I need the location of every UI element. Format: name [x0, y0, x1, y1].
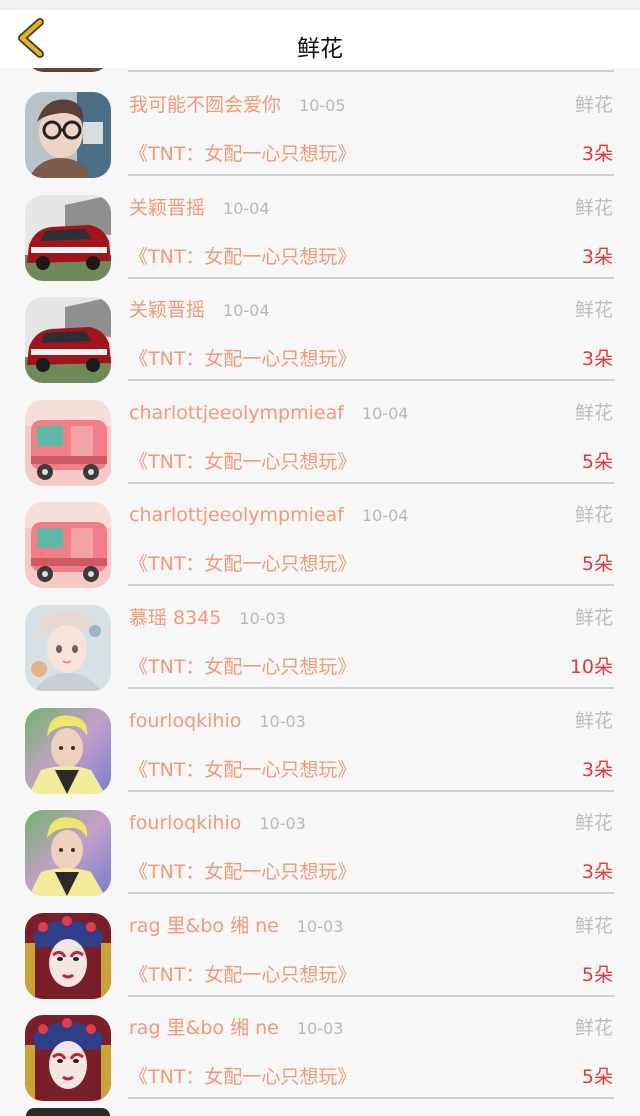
book-title-link[interactable]: 《TNT：女配一心只想玩》: [129, 962, 356, 988]
user-name[interactable]: 关颖晋摇 10-04: [129, 297, 270, 324]
book-title-link[interactable]: 《TNT：女配一心只想玩》: [129, 346, 356, 372]
user-name-text: charlottjeeolympmieaf: [129, 402, 344, 424]
flower-count: 3朵: [581, 861, 613, 883]
date-label: 10-03: [239, 609, 286, 628]
gift-type-label: 鲜花: [574, 299, 613, 321]
avatar[interactable]: [25, 502, 111, 588]
list-item[interactable]: fourloqkihio 10-03 鲜花《TNT：女配一心只想玩》 3朵: [0, 806, 640, 908]
date-label: 10-04: [223, 301, 270, 320]
divider: [128, 174, 614, 176]
list-item[interactable]: 关颖晋摇 10-04 鲜花《TNT：女配一心只想玩》 3朵: [0, 293, 640, 395]
book-title-link[interactable]: 《TNT：女配一心只想玩》: [129, 551, 356, 577]
date-label: 10-04: [361, 404, 409, 423]
user-name-text: 关颖晋摇: [129, 299, 206, 321]
divider: [128, 790, 614, 792]
status-bar: [0, 0, 640, 10]
list-item[interactable]: rag 里&bo 缃 ne 10-03 鲜花《TNT：女配一心只想玩》 5朵: [0, 909, 640, 1011]
flower-count: 5朵: [581, 964, 613, 986]
flower-count: 5朵: [581, 553, 613, 575]
date-label: 10-03: [259, 712, 306, 731]
flower-count: 10朵: [569, 656, 613, 678]
book-title-link[interactable]: 《TNT：女配一心只想玩》: [129, 757, 356, 783]
date-label: 10-03: [296, 1019, 344, 1038]
list-item[interactable]: rag 里&bo 缃 ne 10-03 鲜花《TNT：女配一心只想玩》 5朵: [0, 1011, 640, 1113]
divider: [128, 892, 614, 894]
gift-type-label: 鲜花: [574, 197, 613, 219]
user-name-text: fourloqkihio: [129, 812, 242, 834]
divider: [128, 277, 614, 279]
avatar[interactable]: [25, 400, 111, 486]
avatar[interactable]: [25, 810, 111, 896]
flower-count: 3朵: [581, 348, 613, 370]
divider: [128, 482, 614, 484]
book-title-link[interactable]: 《TNT：女配一心只想玩》: [129, 449, 356, 475]
date-label: 10-04: [361, 506, 409, 525]
list-item[interactable]: 我可能不囫会爱你 10-05 鲜花《TNT：女配一心只想玩》 3朵: [0, 88, 640, 190]
page-title: 鲜花: [297, 36, 343, 62]
list-item[interactable]: fourloqkihio 10-03 鲜花《TNT：女配一心只想玩》 3朵: [0, 704, 640, 806]
user-name[interactable]: 关颖晋摇 10-04: [129, 195, 270, 222]
divider: [128, 995, 614, 997]
avatar[interactable]: [25, 1015, 111, 1101]
flower-count: 3朵: [581, 759, 613, 781]
user-name[interactable]: fourloqkihio 10-03: [129, 708, 306, 735]
date-label: 10-05: [299, 96, 346, 115]
book-title-link[interactable]: 《TNT：女配一心只想玩》: [129, 859, 356, 885]
gift-type-label: 鲜花: [574, 915, 613, 937]
book-title-link[interactable]: 《TNT：女配一心只想玩》: [129, 1064, 356, 1090]
gift-type-label: 鲜花: [574, 402, 613, 424]
list-item[interactable]: 关颖晋摇 10-04 鲜花《TNT：女配一心只想玩》 3朵: [0, 191, 640, 293]
user-name[interactable]: 我可能不囫会爱你 10-05: [129, 92, 346, 119]
gift-type-label: 鲜花: [574, 1017, 613, 1039]
user-name[interactable]: 慕瑶 8345 10-03: [129, 605, 286, 632]
divider: [128, 70, 614, 72]
date-label: 10-03: [296, 917, 344, 936]
avatar[interactable]: [25, 297, 111, 383]
flower-count: 3朵: [581, 246, 613, 268]
avatar[interactable]: [25, 92, 111, 178]
divider: [128, 1097, 614, 1099]
avatar: [26, 1108, 110, 1116]
flower-count: 5朵: [581, 451, 613, 473]
book-title-link[interactable]: 《TNT：女配一心只想玩》: [129, 141, 356, 167]
book-title-link[interactable]: 《TNT：女配一心只想玩》: [129, 654, 356, 680]
user-name-text: 关颖晋摇: [129, 197, 206, 219]
user-name-text: 慕瑶 8345: [129, 607, 222, 629]
user-name-text: charlottjeeolympmieaf: [129, 504, 344, 526]
user-name[interactable]: charlottjeeolympmieaf 10-04: [129, 400, 408, 427]
avatar[interactable]: [25, 913, 111, 999]
user-name[interactable]: rag 里&bo 缃 ne 10-03: [129, 1015, 343, 1042]
gift-type-label: 鲜花: [574, 94, 613, 116]
flower-count: 5朵: [581, 1066, 613, 1088]
gift-type-label: 鲜花: [574, 607, 613, 629]
avatar[interactable]: [25, 708, 111, 794]
list-item[interactable]: charlottjeeolympmieaf 10-04 鲜花《TNT：女配一心只想玩…: [0, 498, 640, 600]
user-name-text: fourloqkihio: [129, 710, 242, 732]
list-item[interactable]: 慕瑶 8345 10-03 鲜花《TNT：女配一心只想玩》 10朵: [0, 601, 640, 703]
divider: [128, 584, 614, 586]
avatar[interactable]: [25, 195, 111, 281]
flower-count: 3朵: [581, 143, 613, 165]
gift-type-label: 鲜花: [574, 710, 613, 732]
divider: [128, 379, 614, 381]
divider: [128, 687, 614, 689]
book-title-link[interactable]: 《TNT：女配一心只想玩》: [129, 244, 356, 270]
user-name-text: 我可能不囫会爱你: [129, 94, 282, 116]
user-name[interactable]: fourloqkihio 10-03: [129, 810, 306, 837]
list-item[interactable]: charlottjeeolympmieaf 10-04 鲜花《TNT：女配一心只想玩…: [0, 396, 640, 498]
screen: 我可能不囫会爱你 10-05 鲜花 《TNT：女配一心只想玩》 3朵 关颖晋摇 10-04…: [0, 0, 640, 1116]
navigation-bar: 鲜花: [0, 10, 640, 68]
date-label: 10-03: [259, 814, 306, 833]
user-name[interactable]: charlottjeeolympmieaf 10-04: [129, 502, 408, 529]
gift-type-label: 鲜花: [574, 504, 613, 526]
user-name-text: rag 里&bo 缃 ne: [129, 1017, 279, 1039]
date-label: 10-04: [223, 199, 270, 218]
gift-type-label: 鲜花: [574, 812, 613, 834]
avatar[interactable]: [25, 605, 111, 691]
user-name-text: rag 里&bo 缃 ne: [129, 915, 279, 937]
user-name[interactable]: rag 里&bo 缃 ne 10-03: [129, 913, 343, 940]
